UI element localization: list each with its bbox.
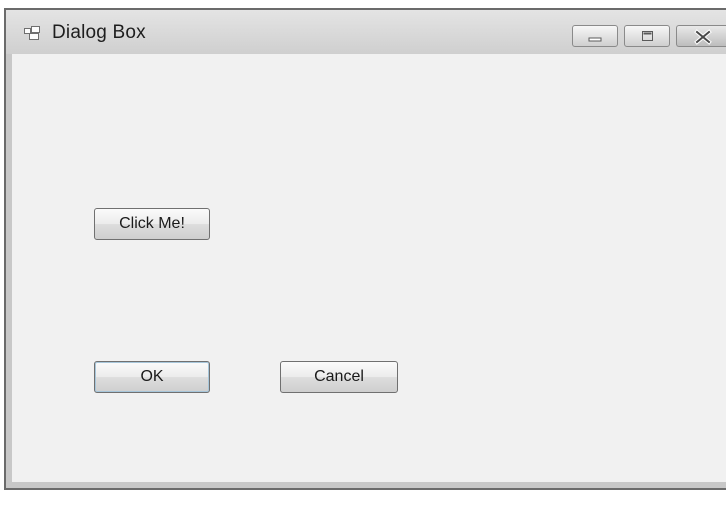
maximize-icon (642, 31, 653, 41)
close-icon (694, 29, 712, 45)
dialog-window: Dialog Box Click Me! OK Cancel (4, 8, 726, 490)
window-app-icon (24, 26, 40, 40)
maximize-button[interactable] (624, 25, 670, 47)
ok-button[interactable]: OK (94, 361, 210, 393)
dialog-client-area: Click Me! OK Cancel (12, 54, 726, 482)
cancel-button[interactable]: Cancel (280, 361, 398, 393)
close-button[interactable] (676, 25, 726, 47)
minimize-button[interactable] (572, 25, 618, 47)
window-title: Dialog Box (52, 22, 146, 43)
title-bar[interactable]: Dialog Box (6, 10, 726, 54)
minimize-icon (588, 37, 602, 42)
click-me-button[interactable]: Click Me! (94, 208, 210, 240)
